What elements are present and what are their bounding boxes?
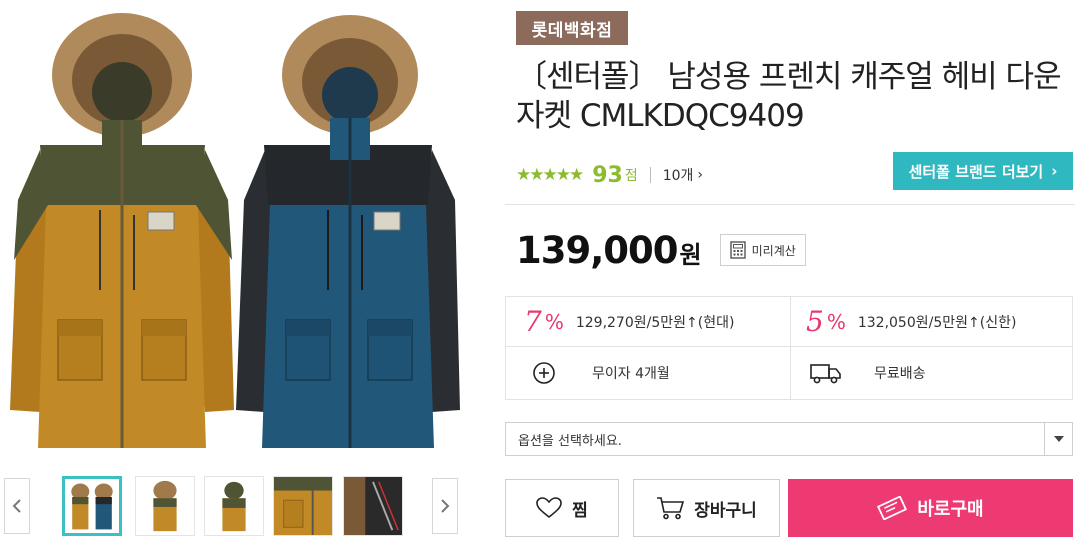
option-select-toggle[interactable] bbox=[1044, 423, 1072, 455]
product-info-panel: 롯데백화점 〔센터폴〕 남성용 프렌치 캐주얼 헤비 다운 자켓 CMLKDQC… bbox=[505, 0, 1075, 543]
card-discount-2-text: 132,050원/5만원↑(신한) bbox=[857, 314, 1017, 331]
plus-circle-icon bbox=[522, 361, 566, 385]
price-value: 139,000 bbox=[516, 228, 679, 272]
cart-label: 장바구니 bbox=[694, 500, 757, 521]
delivery-truck-icon bbox=[804, 362, 848, 384]
shipping-benefit[interactable]: 무료배송 bbox=[804, 348, 926, 397]
card-discount-1-text: 129,270원/5만원↑(현대) bbox=[575, 314, 735, 331]
benefit-divider-horizontal bbox=[506, 346, 1072, 347]
mustard-jacket-back-thumbnail-icon bbox=[205, 477, 263, 535]
option-select-placeholder: 옵션을 선택하세요. bbox=[518, 433, 622, 449]
caret-down-icon bbox=[1053, 436, 1064, 442]
thumbnail-prev-button[interactable] bbox=[4, 478, 30, 534]
rating-score-unit: 점 bbox=[624, 168, 638, 184]
thumbnail-3[interactable] bbox=[204, 476, 264, 536]
card-discount-1-percent: 7 bbox=[524, 305, 542, 338]
card-discount-1[interactable]: 7 % 129,270원/5만원↑(현대) bbox=[524, 297, 734, 346]
lining-detail-thumbnail-icon bbox=[344, 477, 402, 535]
buy-now-label: 바로구매 bbox=[917, 499, 984, 520]
mustard-jacket-thumbnail-icon bbox=[136, 477, 194, 535]
thumbnail-4[interactable] bbox=[273, 476, 333, 536]
brand-more-label: 센터폴 브랜드 더보기 bbox=[908, 162, 1044, 181]
rating-separator bbox=[649, 167, 651, 183]
shopping-cart-icon bbox=[657, 497, 685, 520]
calculator-icon bbox=[729, 241, 746, 259]
section-divider bbox=[505, 204, 1075, 205]
chevron-right-icon: › bbox=[1051, 162, 1058, 180]
chevron-right-icon bbox=[441, 499, 450, 513]
product-gallery bbox=[0, 0, 470, 543]
review-count-link[interactable]: 10개 bbox=[663, 165, 694, 185]
wish-button[interactable]: 찜 bbox=[505, 479, 619, 537]
shipping-text: 무료배송 bbox=[874, 365, 926, 382]
card-discount-1-percent-sign: % bbox=[544, 309, 564, 334]
jackets-illustration bbox=[10, 13, 460, 448]
benefit-box: 7 % 129,270원/5만원↑(현대) 5 % 132,050원/5만원↑(… bbox=[505, 296, 1073, 400]
ticket-icon bbox=[877, 496, 908, 520]
buy-now-button[interactable]: 바로구매 bbox=[788, 479, 1073, 537]
installment-text: 무이자 4개월 bbox=[592, 365, 670, 382]
rating-score: 93 bbox=[592, 162, 623, 188]
thumbnail-1[interactable] bbox=[62, 476, 122, 536]
price-unit: 원 bbox=[679, 240, 702, 269]
brand-more-button[interactable]: 센터폴 브랜드 더보기 › bbox=[893, 152, 1073, 190]
chevron-right-icon: › bbox=[697, 167, 704, 183]
product-title: 〔센터폴〕 남성용 프렌치 캐주얼 헤비 다운 자켓 CMLKDQC9409 bbox=[516, 59, 1062, 134]
thumbnail-strip bbox=[0, 470, 470, 543]
product-main-image[interactable] bbox=[0, 0, 470, 460]
installment-benefit[interactable]: 무이자 4개월 bbox=[522, 348, 670, 397]
thumbnail-5[interactable] bbox=[343, 476, 403, 536]
action-buttons: 찜 장바구니 바로구매 bbox=[505, 479, 1075, 537]
thumbnail-next-button[interactable] bbox=[432, 478, 458, 534]
card-discount-2-percent-sign: % bbox=[826, 309, 846, 334]
pocket-detail-thumbnail-icon bbox=[274, 477, 332, 535]
rating-row: ★★★★★ 93 점 10개 › bbox=[516, 158, 703, 192]
card-discount-2[interactable]: 5 % 132,050원/5만원↑(신한) bbox=[806, 297, 1016, 346]
chevron-left-icon bbox=[12, 499, 21, 513]
rating-stars: ★★★★★ bbox=[516, 165, 584, 185]
thumbnail-2[interactable] bbox=[135, 476, 195, 536]
option-select[interactable]: 옵션을 선택하세요. bbox=[505, 422, 1073, 456]
price-calculator-button[interactable]: 미리계산 bbox=[719, 234, 806, 266]
two-jackets-thumbnail-icon bbox=[65, 479, 119, 533]
heart-icon bbox=[536, 497, 562, 519]
price-row: 139,000 원 미리계산 bbox=[516, 226, 806, 274]
store-badge: 롯데백화점 bbox=[516, 11, 628, 45]
wish-label: 찜 bbox=[572, 500, 588, 521]
benefit-divider-vertical bbox=[790, 297, 791, 399]
price-calculator-label: 미리계산 bbox=[751, 243, 796, 258]
cart-button[interactable]: 장바구니 bbox=[633, 479, 780, 537]
card-discount-2-percent: 5 bbox=[806, 305, 824, 338]
